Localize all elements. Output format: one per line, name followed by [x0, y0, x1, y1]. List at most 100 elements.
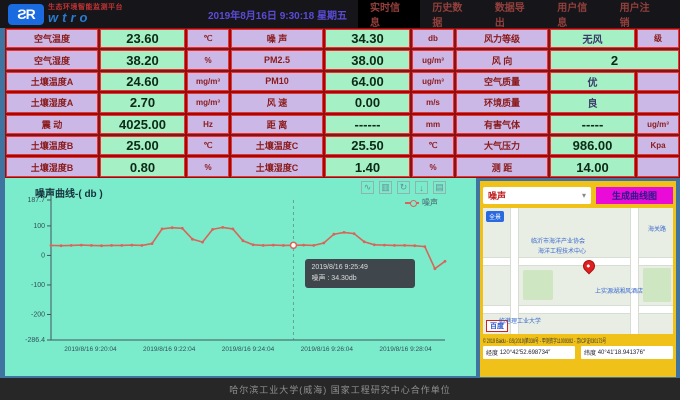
- field-unit: ug/m³: [412, 50, 454, 69]
- field-label: 风 向: [456, 50, 548, 69]
- field-value: 25.00: [100, 136, 185, 155]
- field-unit: ℃: [412, 136, 454, 155]
- field-label: PM2.5: [231, 50, 323, 69]
- svg-text:2019/8/16 9:28:04: 2019/8/16 9:28:04: [379, 346, 432, 353]
- parameter-select[interactable]: 噪声 ▾: [483, 187, 591, 204]
- field-unit: mg/m³: [187, 93, 229, 112]
- longitude-field[interactable]: 经度 120°42′52.698734″: [483, 346, 575, 359]
- field-label: 土壤温度B: [6, 136, 98, 155]
- field-value: ------: [325, 115, 410, 134]
- svg-text:2019/8/16 9:22:04: 2019/8/16 9:22:04: [143, 346, 196, 353]
- map-attribution: © 2019 Baidu - GS(2019)第338号 - 甲测资字11009…: [483, 336, 671, 345]
- field-unit: [637, 157, 679, 176]
- field-value: 986.00: [550, 136, 635, 155]
- field-value: 4025.00: [100, 115, 185, 134]
- field-unit: mg/m³: [187, 72, 229, 91]
- field-value: 2.70: [100, 93, 185, 112]
- map-park-area: [523, 270, 553, 300]
- tooltip-value: 34.30db: [331, 275, 356, 282]
- chevron-down-icon: ▾: [582, 191, 586, 200]
- field-unit: %: [187, 157, 229, 176]
- map-place-label: 临港理工业大学: [499, 316, 541, 325]
- field-label: 距 离: [231, 115, 323, 134]
- longitude-value: 120°42′52.698734″: [500, 350, 551, 356]
- svg-text:2019/8/16 9:24:04: 2019/8/16 9:24:04: [222, 346, 275, 353]
- field-unit: db: [412, 29, 454, 48]
- generate-curve-button[interactable]: 生成曲线图: [596, 187, 673, 204]
- field-value: 0.80: [100, 157, 185, 176]
- data-grid: 空气温度23.60℃噪 声34.30db风力等级无风级空气湿度38.20%PM2…: [5, 28, 680, 178]
- svg-text:100: 100: [33, 223, 45, 230]
- field-unit: m/s: [412, 93, 454, 112]
- field-label: 有害气体: [456, 115, 548, 134]
- field-value: 优: [550, 72, 635, 91]
- map-place-label: 上实源湖湘风酒店: [595, 286, 643, 295]
- logo-wordmark: wtro: [48, 11, 123, 24]
- field-value: 良: [550, 93, 635, 112]
- latitude-field[interactable]: 纬度 40°41′18.941376″: [581, 346, 673, 359]
- svg-text:2019/8/16 9:26:04: 2019/8/16 9:26:04: [301, 346, 354, 353]
- chart-tooltip: 2019/8/16 9:25:49 噪声 : 34.30db: [305, 259, 415, 288]
- field-value: 14.00: [550, 157, 635, 176]
- map-place-label: 海关路: [648, 224, 666, 233]
- field-label: 大气压力: [456, 136, 548, 155]
- field-value: 2: [550, 50, 679, 69]
- map-view[interactable]: 全景 百度 临沂市海洋产业协会海洋工程技术中心上实源湖湘风酒店临港理工业大学海关…: [483, 208, 673, 334]
- tooltip-time: 2019/8/16 9:25:49: [311, 263, 409, 274]
- field-value: 34.30: [325, 29, 410, 48]
- app-logo: ƧR 生态环境智能监测平台 wtro: [8, 4, 208, 25]
- logo-icon: ƧR: [8, 4, 44, 25]
- field-value: 1.40: [325, 157, 410, 176]
- datetime-display: 2019年8月16日 9:30:18 星期五: [208, 7, 358, 22]
- field-label: 风力等级: [456, 29, 548, 48]
- field-value: 0.00: [325, 93, 410, 112]
- field-value: 64.00: [325, 72, 410, 91]
- svg-text:2019/8/16 9:20:04: 2019/8/16 9:20:04: [64, 346, 117, 353]
- svg-text:-100: -100: [31, 282, 45, 289]
- field-unit: ℃: [187, 136, 229, 155]
- field-label: 土壤湿度A: [6, 93, 98, 112]
- map-road: [631, 208, 638, 334]
- map-panel: 噪声 ▾ 生成曲线图 全景 百度 临沂市海洋产业协会海洋工程技术中心上实源湖湘风…: [480, 181, 676, 377]
- field-label: 环境质量: [456, 93, 548, 112]
- field-label: 空气质量: [456, 72, 548, 91]
- field-label: 土壤湿度C: [231, 157, 323, 176]
- field-unit: mm: [412, 115, 454, 134]
- field-unit: ug/m³: [637, 115, 679, 134]
- field-label: 测 距: [456, 157, 548, 176]
- field-label: 空气湿度: [6, 50, 98, 69]
- svg-text:0: 0: [41, 252, 45, 259]
- panorama-button[interactable]: 全景: [486, 211, 504, 222]
- field-label: 噪 声: [231, 29, 323, 48]
- header-bar: ƧR 生态环境智能监测平台 wtro 2019年8月16日 9:30:18 星期…: [0, 0, 680, 28]
- map-park-area: [643, 268, 671, 302]
- field-label: 风 速: [231, 93, 323, 112]
- field-unit: [637, 72, 679, 91]
- field-unit: Hz: [187, 115, 229, 134]
- field-value: 24.60: [100, 72, 185, 91]
- footer-text: 哈尔滨工业大学(威海) 国家工程研究中心合作单位: [229, 383, 451, 396]
- app-window: ƧR 生态环境智能监测平台 wtro 2019年8月16日 9:30:18 星期…: [0, 0, 680, 400]
- latitude-value: 40°41′18.941376″: [598, 350, 645, 356]
- svg-text:-286.4: -286.4: [25, 337, 45, 344]
- field-label: 空气温度: [6, 29, 98, 48]
- longitude-label: 经度: [486, 348, 498, 357]
- field-value: 无风: [550, 29, 635, 48]
- latitude-label: 纬度: [584, 348, 596, 357]
- field-value: 38.20: [100, 50, 185, 69]
- noise-chart-panel: 噪声曲线-( db ) ∿▥↻↓▤ 噪声 187.71000-100-200-2…: [5, 178, 476, 376]
- field-unit: ug/m³: [412, 72, 454, 91]
- field-value: 23.60: [100, 29, 185, 48]
- tooltip-series-label: 噪声 :: [311, 275, 329, 282]
- field-unit: 级: [637, 29, 679, 48]
- svg-text:-200: -200: [31, 311, 45, 318]
- field-unit: ℃: [187, 29, 229, 48]
- field-unit: [637, 93, 679, 112]
- svg-text:187.7: 187.7: [27, 197, 45, 204]
- field-value: 38.00: [325, 50, 410, 69]
- field-value: 25.50: [325, 136, 410, 155]
- map-place-label: 海洋工程技术中心: [538, 246, 586, 255]
- field-label: 土壤湿度B: [6, 157, 98, 176]
- field-label: PM10: [231, 72, 323, 91]
- field-unit: Kpa: [637, 136, 679, 155]
